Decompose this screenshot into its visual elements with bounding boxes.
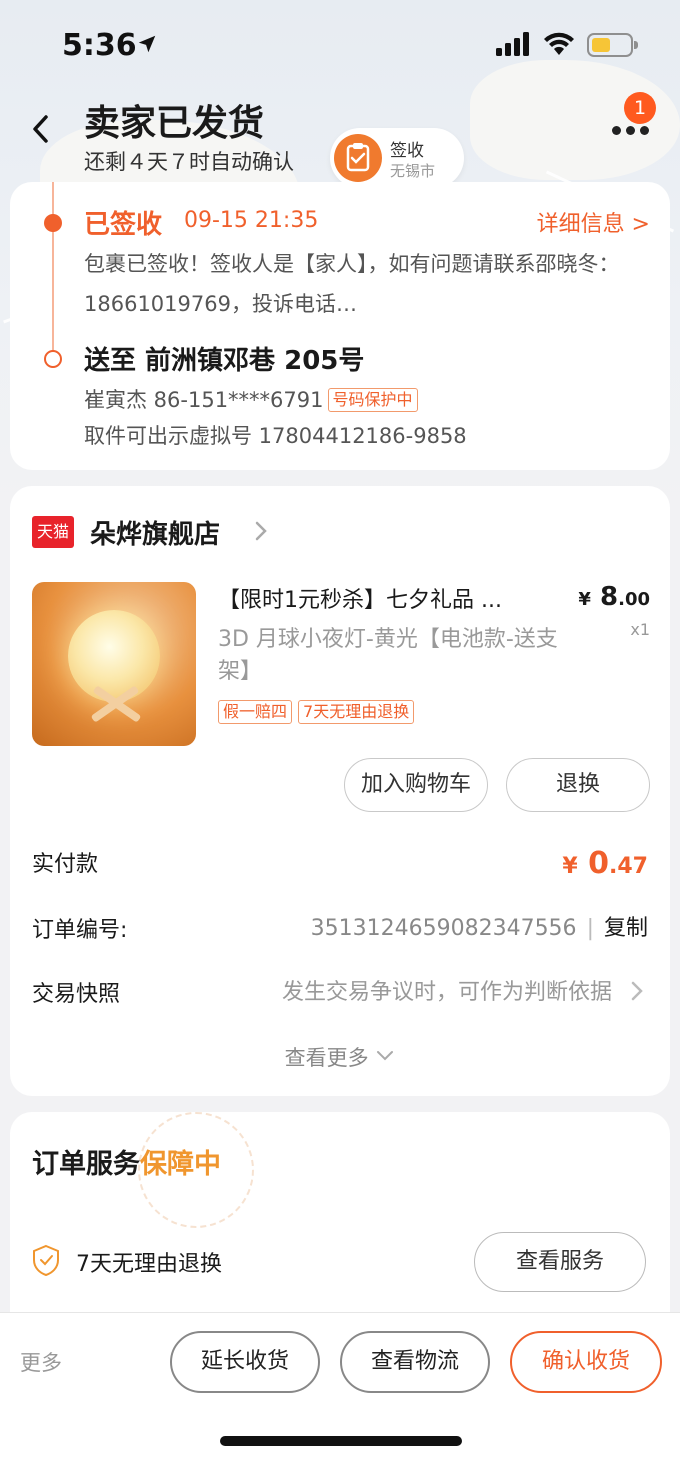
more-actions-link[interactable]: 更多 bbox=[20, 1347, 62, 1377]
location-arrow-icon bbox=[138, 35, 156, 53]
shield-check-icon bbox=[33, 1244, 59, 1276]
timeline-dot-current bbox=[44, 214, 62, 232]
service-title: 订单服务保障中 bbox=[32, 1149, 221, 1180]
chevron-right-icon[interactable] bbox=[630, 980, 644, 1002]
logistics-detail-link[interactable]: 详细信息 > bbox=[537, 206, 650, 238]
auto-confirm-countdown: 还剩４天７时自动确认 bbox=[84, 150, 294, 174]
chevron-down-icon bbox=[377, 1051, 394, 1061]
shop-name[interactable]: 朵烨旗舰店 bbox=[90, 514, 220, 551]
tag-fake-compensation: 假一赔四 bbox=[218, 700, 293, 724]
virtual-number-info: 取件可出示虚拟号 17804412186-9858 bbox=[84, 424, 467, 448]
service-item-7day-return: 7天无理由退换 bbox=[76, 1252, 222, 1277]
order-card: 天猫 朵烨旗舰店 【限时1元秒杀】七夕礼品 ... ¥ 8.00 x1 3D 月… bbox=[10, 486, 670, 1096]
tmall-logo: 天猫 bbox=[32, 516, 74, 548]
tag-7day-return: 7天无理由退换 bbox=[298, 700, 415, 724]
see-more-toggle[interactable]: 查看更多 bbox=[10, 1042, 670, 1072]
home-indicator bbox=[220, 1436, 462, 1446]
product-sku: 3D 月球小夜灯-黄光【电池款-送支架】 bbox=[218, 627, 558, 684]
chip-city: 无锡市 bbox=[390, 162, 436, 180]
order-number: 3513124659082347556 bbox=[310, 916, 577, 941]
product-quantity: x1 bbox=[630, 620, 650, 639]
delivery-time: 09-15 21:35 bbox=[184, 208, 319, 233]
copy-button[interactable]: 复制 bbox=[604, 916, 648, 941]
battery-icon bbox=[587, 33, 638, 57]
timeline-dot-destination bbox=[44, 350, 62, 368]
add-to-cart-button[interactable]: 加入购物车 bbox=[344, 758, 488, 812]
product-tags: 假一赔四 7天无理由退换 bbox=[218, 700, 420, 724]
notification-badge: 1 bbox=[624, 92, 656, 124]
receiver-name-phone: 崔寅杰 86-151****6791 bbox=[84, 388, 324, 412]
extend-receipt-button[interactable]: 延长收货 bbox=[170, 1331, 320, 1393]
view-service-button[interactable]: 查看服务 bbox=[474, 1232, 646, 1292]
confirm-receipt-button[interactable]: 确认收货 bbox=[510, 1331, 662, 1393]
back-chevron-icon[interactable] bbox=[28, 112, 54, 146]
logistics-card[interactable]: 已签收 09-15 21:35 详细信息 > 包裹已签收！签收人是【家人】，如有… bbox=[10, 182, 670, 470]
delivery-description: 包裹已签收！签收人是【家人】，如有问题请联系邵晓冬：18661019769，投诉… bbox=[84, 252, 620, 316]
paid-label: 实付款 bbox=[32, 852, 99, 877]
sign-location-chip[interactable]: 签收 无锡市 bbox=[330, 128, 464, 188]
cellular-signal-icon bbox=[496, 32, 529, 56]
delivery-status: 已签收 bbox=[84, 210, 163, 240]
status-bar: 5:36 bbox=[0, 0, 680, 90]
wifi-icon bbox=[544, 32, 574, 55]
page-title: 卖家已发货 bbox=[84, 103, 265, 144]
phone-protection-tag: 号码保护中 bbox=[327, 388, 418, 412]
product-image[interactable] bbox=[32, 582, 196, 746]
view-logistics-button[interactable]: 查看物流 bbox=[340, 1331, 490, 1393]
delivery-address: 送至 前洲镇邓巷 205号 bbox=[84, 346, 365, 376]
timeline-line bbox=[52, 182, 54, 354]
snapshot-hint[interactable]: 发生交易争议时，可作为判断依据 bbox=[282, 974, 612, 1006]
paid-amount: ¥ 0.47 bbox=[562, 846, 648, 881]
receiver-info: 崔寅杰 86-151****6791 号码保护中 bbox=[84, 384, 418, 414]
order-number-row: 3513124659082347556 | 复制 bbox=[310, 916, 648, 941]
snapshot-label[interactable]: 交易快照 bbox=[32, 976, 120, 1008]
product-title[interactable]: 【限时1元秒杀】七夕礼品 ... bbox=[218, 582, 548, 614]
order-service-card: 订单服务保障中 7天无理由退换 查看服务 bbox=[10, 1112, 670, 1332]
status-time: 5:36 bbox=[62, 28, 137, 63]
bottom-action-bar: 更多 延长收货 查看物流 确认收货 bbox=[0, 1312, 680, 1472]
chip-label: 签收 bbox=[390, 141, 424, 161]
product-price: ¥ 8.00 bbox=[578, 582, 650, 612]
return-exchange-button[interactable]: 退换 bbox=[506, 758, 650, 812]
clipboard-check-icon bbox=[334, 134, 382, 182]
order-number-label: 订单编号: bbox=[32, 918, 128, 943]
chevron-right-icon[interactable] bbox=[254, 520, 268, 542]
